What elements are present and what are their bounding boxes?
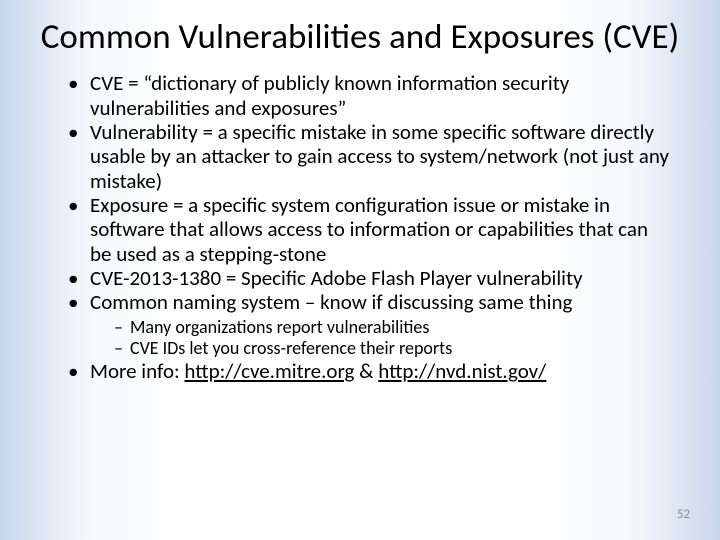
bullet-list: CVE = “dictionary of publicly known info… [40,71,680,383]
bullet-item: Exposure = a specific system configurati… [68,193,674,266]
bullet-item: CVE-2013-1380 = Specific Adobe Flash Pla… [68,266,674,290]
slide-title: Common Vulnerabilities and Exposures (CV… [40,18,680,57]
page-number: 52 [677,507,690,522]
link-nvd-nist[interactable]: http://nvd.nist.gov/ [378,358,546,384]
sub-bullet-item: Many organizations report vulnerabilitie… [114,317,674,338]
bullet-text-sep: & [354,358,378,384]
bullet-item: CVE = “dictionary of publicly known info… [68,71,674,120]
bullet-item: Common naming system – know if discussin… [68,290,674,359]
bullet-item: More info: http://cve.mitre.org & http:/… [68,359,674,383]
sub-bullet-item: CVE IDs let you cross-reference their re… [114,338,674,359]
sub-bullet-list: Many organizations report vulnerabilitie… [90,317,674,359]
slide: Common Vulnerabilities and Exposures (CV… [0,0,720,540]
bullet-text: Common naming system – know if discussin… [90,289,572,315]
bullet-text-prefix: More info: [90,358,184,384]
link-cve-mitre[interactable]: http://cve.mitre.org [184,358,354,384]
bullet-item: Vulnerability = a specific mistake in so… [68,120,674,193]
